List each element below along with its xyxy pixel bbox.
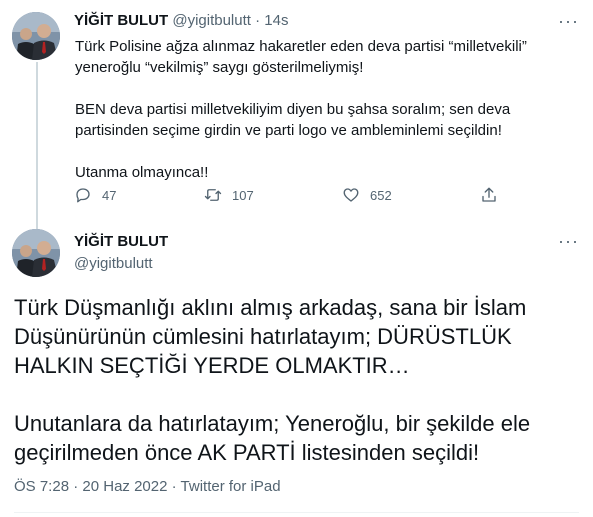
- more-options-button[interactable]: ···: [558, 232, 579, 250]
- share-button[interactable]: [480, 186, 498, 204]
- tweet-line: Unutanlara da hatırlatayım; Yeneroğlu, b…: [14, 411, 531, 436]
- tweet-line: Türk Düşmanlığı aklını almış arkadaş, sa…: [14, 295, 527, 320]
- tweet1-text: Türk Polisine ağza alınmaz hakaretler ed…: [75, 36, 575, 183]
- tweet-line: BEN deva partisi milletvekiliyim diyen b…: [75, 101, 511, 118]
- like-button[interactable]: 652: [342, 186, 392, 204]
- author-name[interactable]: YİĞİT BULUT: [74, 233, 168, 250]
- retweet-button[interactable]: 107: [204, 186, 254, 204]
- avatar-photo-icon: [12, 12, 60, 60]
- tweet1-action-bar: 47 107 652: [74, 186, 504, 208]
- author-name[interactable]: YİĞİT BULUT: [74, 12, 168, 29]
- tweet-line: yeneroğlu “vekilmiş” saygı gösterilmeliy…: [75, 59, 364, 76]
- tweet-line: HALKIN SEÇTİĞİ YERDE OLMAKTIR…: [14, 353, 410, 378]
- separator-dot: ·: [171, 478, 177, 495]
- like-count: 652: [370, 187, 392, 203]
- avatar[interactable]: [12, 12, 60, 60]
- reply-icon: [76, 188, 90, 203]
- retweet-count: 107: [232, 187, 254, 203]
- tweet2-text: Türk Düşmanlığı aklını almış arkadaş, sa…: [14, 293, 584, 467]
- share-icon: [482, 187, 496, 202]
- author-handle[interactable]: @yigitbulutt: [172, 12, 251, 29]
- separator-dot: ·: [255, 12, 261, 29]
- tweet-source[interactable]: Twitter for iPad: [181, 478, 281, 495]
- tweet-line: Düşünürünün cümlesini hatırlatayım; DÜRÜ…: [14, 324, 512, 349]
- heart-icon: [343, 188, 359, 202]
- reply-button[interactable]: 47: [74, 186, 116, 204]
- tweet1-header: YİĞİT BULUT @yigitbulutt · 14s: [74, 12, 288, 29]
- tweet-line: partisinden seçime girdin ve parti logo …: [75, 122, 502, 139]
- separator-dot: ·: [73, 478, 79, 495]
- thread-connector-line: [36, 62, 38, 230]
- tweet-time[interactable]: 14s: [264, 12, 288, 29]
- avatar-photo-icon: [12, 229, 60, 277]
- retweet-icon: [204, 189, 222, 201]
- divider: [14, 512, 579, 513]
- author-handle[interactable]: @yigitbulutt: [74, 255, 153, 272]
- tweet-line: Türk Polisine ağza alınmaz hakaretler ed…: [75, 38, 527, 55]
- reply-count: 47: [102, 187, 117, 203]
- more-options-button[interactable]: ···: [558, 12, 579, 30]
- tweet2-metadata: ÖS 7:28 · 20 Haz 2022 · Twitter for iPad: [14, 478, 281, 495]
- tweet-line: geçirilmeden önce AK PARTİ listesinden s…: [14, 440, 480, 465]
- avatar[interactable]: [12, 229, 60, 277]
- tweet-date[interactable]: 20 Haz 2022: [82, 478, 167, 495]
- tweet-line: Utanma olmayınca!!: [75, 164, 209, 181]
- tweet-time[interactable]: ÖS 7:28: [14, 478, 69, 495]
